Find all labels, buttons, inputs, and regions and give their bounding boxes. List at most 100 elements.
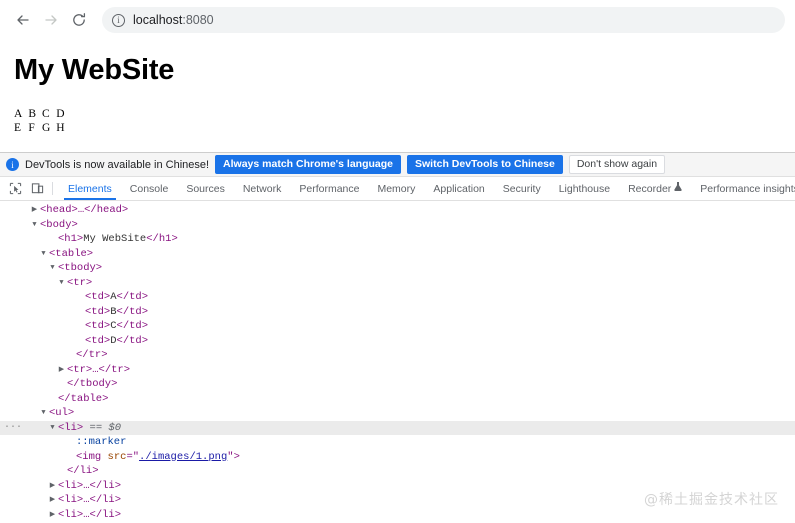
url-text: localhost:8080 (133, 13, 214, 27)
table-cell: C (41, 108, 50, 120)
banner-message: DevTools is now available in Chinese! (25, 158, 210, 171)
arrow-left-icon (17, 15, 29, 25)
dom-row[interactable]: ▶<td>A</td> (0, 290, 795, 305)
dom-row[interactable]: ▶</table> (0, 392, 795, 407)
chevron-right-icon[interactable]: ▶ (56, 363, 67, 378)
dom-node-markup: </li> (67, 465, 99, 477)
dom-row[interactable]: ▶<img src="./images/1.png"> (0, 450, 795, 465)
dom-row[interactable]: ▶</li> (0, 464, 795, 479)
chevron-down-icon[interactable]: ▼ (56, 276, 67, 291)
dom-tree[interactable]: ▶<head>…</head>▼<body>▶<h1>My WebSite</h… (0, 201, 795, 523)
tab-elements[interactable]: Elements (59, 177, 121, 200)
dom-node-markup: <td>A</td> (85, 291, 149, 303)
chevron-right-icon[interactable]: ▶ (47, 508, 58, 523)
tab-label: Network (242, 182, 282, 195)
dont-show-again-button[interactable]: Don't show again (568, 154, 666, 175)
dom-row[interactable]: ▼ <tbody> (0, 261, 795, 276)
dom-row[interactable]: ▶ <head>…</head> (0, 203, 795, 218)
forward-button[interactable] (38, 7, 64, 33)
tab-lighthouse[interactable]: Lighthouse (550, 177, 619, 200)
chevron-down-icon[interactable]: ▼ (38, 406, 49, 421)
devtools-language-banner: i DevTools is now available in Chinese! … (0, 153, 795, 177)
chevron-down-icon[interactable]: ▼ (47, 261, 58, 276)
dom-row[interactable]: ▶::marker (0, 435, 795, 450)
dom-node-markup: <td>C</td> (85, 320, 149, 332)
devtools-panel: i DevTools is now available in Chinese! … (0, 152, 795, 523)
dom-row[interactable]: ▶<h1>My WebSite</h1> (0, 232, 795, 247)
chevron-right-icon[interactable]: ▶ (29, 203, 40, 218)
page-title: My WebSite (14, 54, 175, 86)
chevron-down-icon[interactable]: ▼ (47, 421, 58, 436)
dom-row[interactable]: ▶<td>B</td> (0, 305, 795, 320)
table-cell: D (56, 108, 65, 120)
chevron-right-icon[interactable]: ▶ (47, 479, 58, 494)
tab-label: Console (129, 182, 169, 195)
page-viewport: My WebSite ABCDEFGH (0, 40, 795, 152)
page-table-body: ABCDEFGH (14, 107, 71, 135)
dom-node-markup: </tr> (76, 349, 108, 361)
dom-row[interactable]: ▼ <body> (0, 218, 795, 233)
tab-performance-insights[interactable]: Performance insights (691, 177, 795, 200)
address-bar[interactable]: i localhost:8080 (102, 7, 785, 33)
tab-recorder[interactable]: Recorder (619, 177, 691, 200)
devtools-tabstrip: Elements Console Sources Network Performance… (0, 177, 795, 201)
dom-row[interactable]: ▼ <ul> (0, 406, 795, 421)
switch-devtools-to-chinese-button[interactable]: Switch DevTools to Chinese (407, 154, 563, 175)
chevron-down-icon[interactable]: ▼ (29, 218, 40, 233)
dom-node-markup: <li>…</li> (58, 494, 122, 506)
tab-performance[interactable]: Performance (290, 177, 368, 200)
dom-row[interactable]: ▶<li>…</li> (0, 479, 795, 494)
tab-application[interactable]: Application (424, 177, 493, 200)
dom-row[interactable]: ▶<li>…</li> (0, 493, 795, 508)
dom-node-markup: <tbody> (58, 262, 103, 274)
dom-row[interactable]: ▶</tr> (0, 348, 795, 363)
dom-row[interactable]: ▶ <tr>…</tr> (0, 363, 795, 378)
dom-node-markup: <tr> (67, 276, 93, 289)
tab-label: Performance insights (700, 182, 795, 195)
device-toolbar-button[interactable] (26, 177, 48, 200)
table-cell: H (56, 122, 65, 134)
tab-label: Memory (377, 182, 416, 195)
url-port: :8080 (182, 13, 214, 27)
row-options-icon[interactable]: ··· (4, 421, 22, 436)
back-button[interactable] (10, 7, 36, 33)
site-info-icon[interactable]: i (112, 13, 125, 27)
dom-row[interactable]: ▶</tbody> (0, 377, 795, 392)
table-row: ABCD (14, 107, 71, 121)
devtools-tab-list: Elements Console Sources Network Performance… (59, 177, 795, 200)
beaker-icon (674, 182, 682, 195)
tab-label: Lighthouse (558, 182, 611, 195)
reload-button[interactable] (66, 7, 92, 33)
tab-security[interactable]: Security (494, 177, 550, 200)
url-host: localhost (133, 13, 183, 27)
dom-node-markup: <h1>My WebSite</h1> (58, 233, 178, 245)
inspect-element-button[interactable] (4, 177, 26, 200)
table-row: EFGH (14, 121, 71, 135)
tab-memory[interactable]: Memory (368, 177, 424, 200)
dom-node-markup: <head>…</head> (40, 204, 129, 216)
table-cell: B (28, 108, 36, 120)
tab-sources[interactable]: Sources (177, 177, 234, 200)
tab-label: Elements (68, 182, 112, 195)
tab-label: Security (502, 182, 541, 195)
dom-node-markup: </tbody> (67, 378, 118, 390)
chevron-down-icon[interactable]: ▼ (38, 247, 49, 262)
dom-node-markup: <td>B</td> (85, 305, 149, 318)
tab-console[interactable]: Console (121, 177, 178, 200)
dom-node-markup: <tr>…</tr> (67, 363, 131, 376)
tab-label: Application (433, 182, 485, 195)
tab-network[interactable]: Network (234, 177, 291, 200)
dom-row-selected[interactable]: ··· ▼ <li> == $0 (0, 420, 795, 436)
dom-row[interactable]: ▼ <tr> (0, 276, 795, 291)
chevron-right-icon[interactable]: ▶ (47, 493, 58, 508)
reload-icon (73, 13, 86, 26)
always-match-chrome-language-button[interactable]: Always match Chrome's language (215, 154, 402, 175)
arrow-right-icon (45, 15, 57, 25)
dom-row[interactable]: ▶<td>C</td> (0, 319, 795, 334)
inspect-element-icon (9, 182, 21, 195)
dom-row[interactable]: ▶<li>…</li> (0, 508, 795, 523)
dom-row[interactable]: ▶<td>D</td> (0, 334, 795, 349)
dom-node-markup: </table> (58, 392, 109, 405)
dom-row[interactable]: ▼ <table> (0, 247, 795, 262)
page-table: ABCDEFGH (14, 107, 71, 135)
